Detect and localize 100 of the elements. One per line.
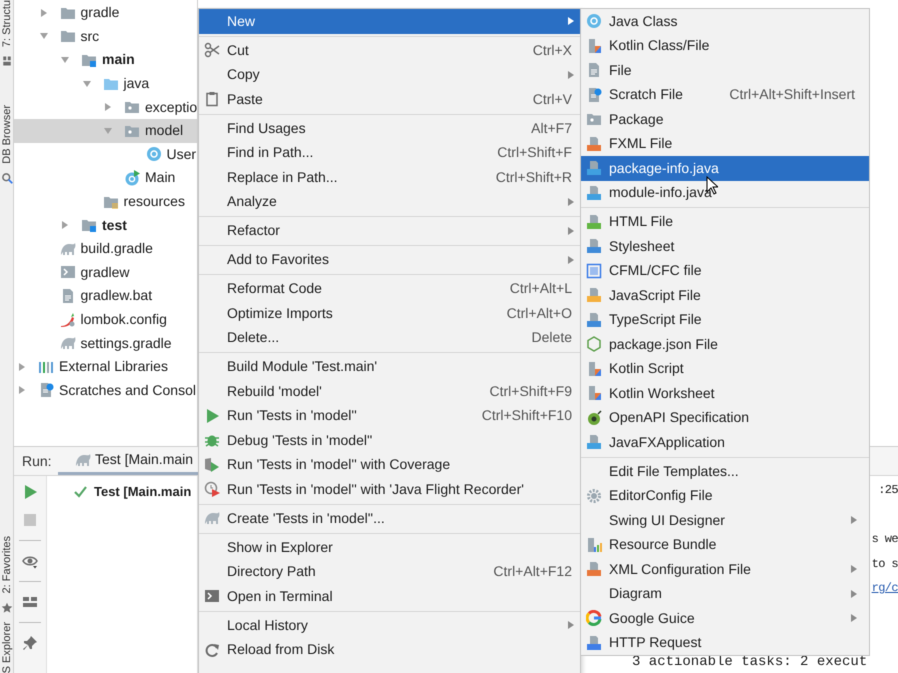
menu-item[interactable]: CFML/CFC file — [581, 258, 869, 283]
menu-item[interactable]: Paste Ctrl+V — [199, 87, 580, 112]
menu-item[interactable]: OpenAPI Specification — [581, 406, 869, 430]
menu-item[interactable]: Reformat Code Ctrl+Alt+L — [199, 276, 580, 301]
tree-row[interactable]: resources — [14, 190, 197, 214]
tree-row[interactable]: User — [14, 142, 197, 166]
menu-item[interactable]: Swing UI Designer — [581, 508, 869, 532]
menu-item[interactable]: Debug 'Tests in 'model'' — [199, 428, 580, 452]
stop-icon[interactable] — [22, 512, 38, 528]
menu-item[interactable]: JavaFXApplication — [581, 430, 869, 454]
elephant-icon — [204, 510, 220, 526]
caret-icon[interactable] — [103, 102, 113, 112]
document-icon — [586, 385, 602, 402]
menu-item[interactable]: Java Class — [581, 9, 869, 34]
menu-item[interactable]: XML Configuration File — [581, 557, 869, 582]
tool-window-tab[interactable]: 7: Structu — [0, 0, 12, 48]
play-icon[interactable] — [22, 484, 38, 500]
menu-item[interactable]: Package — [581, 107, 869, 132]
menu-item[interactable]: Scratch File Ctrl+Alt+Shift+Insert — [581, 82, 869, 107]
tree-row[interactable]: gradlew.bat — [14, 284, 197, 308]
menu-item[interactable]: Rebuild 'model' Ctrl+Shift+F9 — [199, 379, 580, 404]
menu-item[interactable]: Refactor — [199, 218, 580, 243]
menu-item[interactable]: Create 'Tests in 'model''... — [199, 506, 580, 530]
link[interactable]: rg/c — [872, 581, 898, 595]
menu-item[interactable]: Kotlin Worksheet — [581, 381, 869, 406]
star-icon[interactable] — [0, 602, 12, 614]
circle-icon — [124, 170, 140, 186]
menu-item[interactable]: Find in Path... Ctrl+Shift+F — [199, 140, 580, 165]
tree-row[interactable]: lombok.config — [14, 308, 197, 332]
menu-item[interactable]: Cut Ctrl+X — [199, 38, 580, 62]
menu-item-label: Reformat Code — [227, 279, 322, 298]
menu-item[interactable]: Find Usages Alt+F7 — [199, 116, 580, 140]
menu-item[interactable]: Copy — [199, 62, 580, 87]
tree-row[interactable]: src — [14, 24, 197, 48]
tree-row[interactable]: Scratches and Consol — [14, 378, 197, 402]
tool-window-tab[interactable]: S Explorer — [0, 622, 12, 673]
tree-row[interactable]: test — [14, 213, 197, 237]
caret-icon[interactable] — [103, 126, 113, 136]
folder-icon — [60, 28, 76, 44]
menu-item[interactable]: Optimize Imports Ctrl+Alt+O — [199, 301, 580, 326]
menu-item[interactable]: Run 'Tests in 'model'' Ctrl+Shift+F10 — [199, 404, 580, 428]
menu-item-label: package.json File — [609, 334, 718, 354]
search-icon[interactable] — [0, 172, 12, 184]
tree-row[interactable]: main — [14, 48, 197, 72]
menu-item[interactable]: New — [199, 9, 580, 34]
test-result-label[interactable]: Test [Main.main — [94, 482, 192, 502]
caret-icon[interactable] — [38, 31, 48, 42]
menu-item[interactable]: HTTP Request — [581, 630, 869, 655]
menu-item[interactable]: Run 'Tests in 'model'' with Coverage — [199, 452, 580, 477]
layout-icon[interactable] — [22, 594, 38, 610]
pin-icon[interactable] — [22, 635, 38, 651]
menu-item[interactable]: FXML File — [581, 132, 869, 156]
menu-item[interactable]: Resource Bundle — [581, 532, 869, 557]
menu-item[interactable]: Reload from Disk — [199, 638, 580, 662]
menu-item[interactable]: Replace in Path... Ctrl+Shift+R — [199, 165, 580, 190]
menu-item[interactable]: Run 'Tests in 'model'' with 'Java Flight Recorder' — [199, 477, 580, 502]
tree-item-label: Main — [145, 168, 176, 188]
tool-window-tab[interactable]: 2: Favorites — [0, 536, 12, 594]
menu-item[interactable]: package.json File — [581, 332, 869, 356]
caret-icon[interactable] — [17, 362, 27, 372]
tree-item-label: gradle — [80, 3, 120, 22]
circle-icon — [146, 146, 162, 162]
tree-row[interactable]: settings.gradle — [14, 331, 197, 355]
caret-icon[interactable] — [82, 78, 92, 89]
caret-icon[interactable] — [60, 54, 70, 65]
menu-item[interactable]: Diagram — [581, 582, 869, 606]
menu-item[interactable]: Directory Path Ctrl+Alt+F12 — [199, 560, 580, 584]
menu-item[interactable]: Kotlin Class/File — [581, 34, 869, 58]
menu-item[interactable]: Build Module 'Test.main' — [199, 354, 580, 379]
tree-row[interactable]: exceptio — [14, 95, 197, 119]
document-icon — [586, 434, 602, 450]
menu-item[interactable]: Add to Favorites — [199, 248, 580, 272]
menu-item[interactable]: package-info.java — [581, 156, 869, 180]
tree-row[interactable]: gradle — [14, 1, 197, 25]
menu-item[interactable]: Open in Terminal — [199, 584, 580, 608]
menu-item[interactable]: Delete... Delete — [199, 326, 580, 350]
menu-item[interactable]: Kotlin Script — [581, 356, 869, 381]
caret-icon[interactable] — [38, 8, 48, 18]
menu-item[interactable]: Show in Explorer — [199, 535, 580, 560]
tree-row[interactable]: java — [14, 72, 197, 96]
tree-row[interactable]: gradlew — [14, 260, 197, 284]
menu-item[interactable]: File — [581, 58, 869, 82]
menu-item[interactable]: Edit File Templates... — [581, 459, 869, 484]
caret-icon[interactable] — [17, 385, 27, 396]
menu-item[interactable]: JavaScript File — [581, 283, 869, 308]
menu-item[interactable]: TypeScript File — [581, 308, 869, 332]
menu-item[interactable]: Google Guice — [581, 606, 869, 630]
tree-row[interactable]: model — [14, 118, 197, 143]
tree-row[interactable]: External Libraries — [14, 354, 197, 378]
menu-item[interactable]: HTML File — [581, 210, 869, 234]
grid-icon[interactable] — [0, 55, 12, 68]
menu-item[interactable]: EditorConfig File — [581, 484, 869, 508]
menu-item[interactable]: Stylesheet — [581, 234, 869, 258]
menu-item[interactable]: module-info.java — [581, 180, 869, 205]
menu-item[interactable]: Local History — [199, 613, 580, 638]
tree-row[interactable]: Main — [14, 166, 197, 190]
tree-row[interactable]: build.gradle — [14, 236, 197, 261]
caret-icon[interactable] — [60, 220, 70, 230]
tool-window-tab[interactable]: DB Browser — [0, 105, 12, 164]
menu-item[interactable]: Analyze — [199, 190, 580, 214]
